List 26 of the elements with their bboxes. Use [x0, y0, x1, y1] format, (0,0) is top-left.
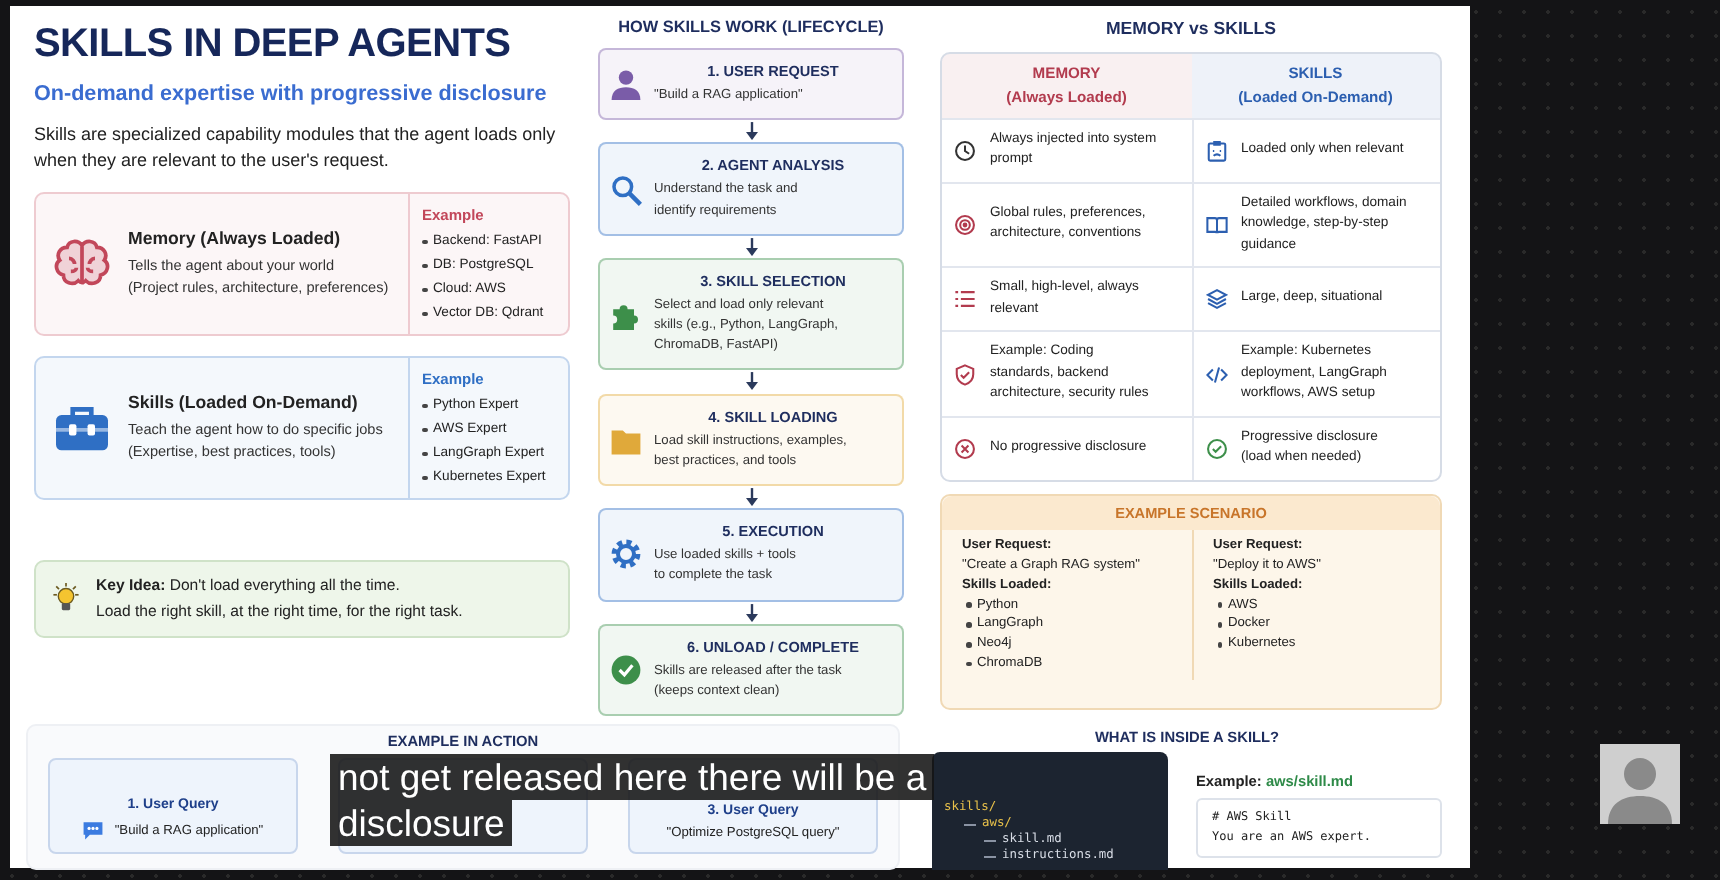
- check-circle-icon: [1205, 437, 1227, 460]
- down-arrow-icon: [743, 122, 759, 141]
- down-arrow-icon: [743, 237, 759, 256]
- down-arrow-icon: [743, 372, 759, 392]
- chat-bubble-icon: [82, 820, 105, 840]
- shield-icon: [954, 363, 976, 386]
- clock-icon: [954, 139, 976, 162]
- description-text: Skills are specialized capability modules that the agent loads only when they are relevant to the user's request.: [34, 122, 558, 173]
- webcam-video-placeholder: [1600, 744, 1680, 824]
- code-icon: [1205, 363, 1227, 386]
- slide-subtitle: On-demand expertise with progressive disclosure: [34, 82, 549, 106]
- video-caption: disclosure: [330, 800, 513, 846]
- target-icon: [954, 213, 976, 236]
- down-arrow-icon: [743, 487, 759, 507]
- clipboard-icon: [1205, 139, 1227, 162]
- slide-title: SKILLS IN DEEP AGENTS: [34, 22, 513, 68]
- list-icon: [954, 288, 976, 311]
- video-caption: not get released here there will be a: [330, 754, 935, 800]
- down-arrow-icon: [743, 603, 759, 622]
- concept-title: Skills (Loaded On-Demand): [128, 392, 360, 413]
- lifecycle-heading: HOW SKILLS WORK (LIFECYCLE): [616, 18, 886, 36]
- layers-icon: [1205, 288, 1227, 311]
- comparison-heading: MEMORY vs SKILLS: [1103, 18, 1279, 38]
- concept-title: Memory (Always Loaded): [128, 228, 343, 249]
- book-icon: [1205, 213, 1227, 236]
- cross-circle-icon: [954, 437, 976, 460]
